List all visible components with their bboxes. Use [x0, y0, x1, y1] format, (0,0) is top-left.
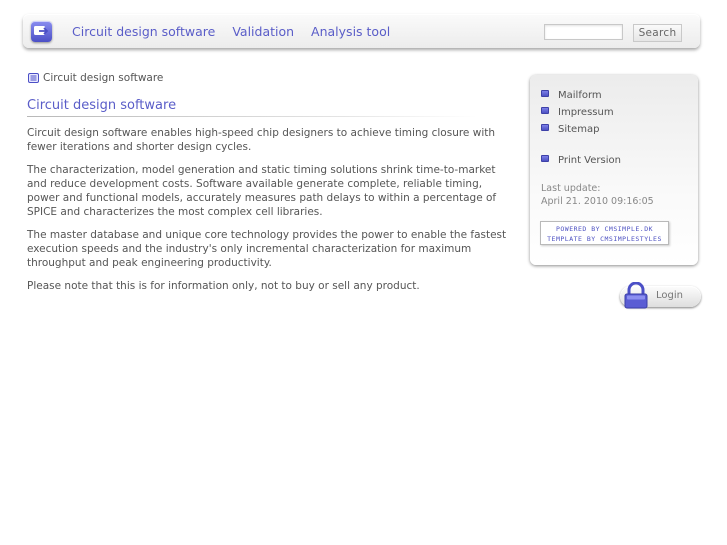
page-icon: [28, 73, 39, 86]
sidebar-item-label: Sitemap: [558, 124, 600, 135]
bullet-icon: [541, 107, 549, 114]
paragraph: The master database and unique core tech…: [27, 229, 507, 269]
top-navigation-bar: Circuit design software Validation Analy…: [23, 14, 700, 48]
paragraph: Circuit design software enables high-spe…: [27, 127, 496, 153]
sidebar-panel: Mailform Impressum Sitemap Print Version…: [530, 75, 698, 265]
nav-item-analysis-tool[interactable]: Analysis tool: [311, 24, 390, 39]
sidebar-item-impressum[interactable]: Impressum: [541, 106, 614, 123]
last-update: Last update: April 21. 2010 09:16:05: [541, 182, 654, 208]
bullet-icon: [541, 155, 549, 162]
main-menu: Circuit design software Validation Analy…: [72, 24, 403, 39]
lock-icon: [622, 281, 650, 313]
last-update-value: April 21. 2010 09:16:05: [541, 196, 654, 207]
sidebar-links: Mailform Impressum Sitemap: [541, 89, 614, 140]
breadcrumb-label[interactable]: Circuit design software: [43, 72, 163, 84]
sidebar-item-label: Mailform: [558, 90, 602, 101]
search-input[interactable]: [544, 24, 623, 40]
sidebar-item-label: Impressum: [558, 107, 614, 118]
nav-item-circuit-design-software[interactable]: Circuit design software: [72, 24, 215, 39]
page-title: Circuit design software: [27, 98, 177, 113]
bullet-icon: [541, 124, 549, 131]
title-divider: [27, 116, 477, 117]
badge-line-powered: POWERED BY CMSIMPLE.DK: [555, 225, 654, 233]
breadcrumb: Circuit design software: [28, 72, 163, 86]
login-label: Login: [656, 290, 683, 301]
print-version-label: Print Version: [558, 155, 621, 166]
sidebar-item-mailform[interactable]: Mailform: [541, 89, 614, 106]
login-button[interactable]: Login: [620, 281, 701, 309]
main-content: Circuit design software Circuit design s…: [27, 98, 517, 293]
badge-line-template: TEMPLATE BY CMSIMPLESTYLES: [547, 235, 662, 243]
search-button[interactable]: Search: [633, 24, 682, 42]
nav-item-validation[interactable]: Validation: [232, 24, 294, 39]
home-logo-icon[interactable]: [31, 21, 52, 42]
print-version-link[interactable]: Print Version: [541, 154, 621, 168]
sidebar-item-sitemap[interactable]: Sitemap: [541, 123, 614, 140]
powered-by-badge[interactable]: POWERED BY CMSIMPLE.DK TEMPLATE BY CMSIM…: [540, 221, 669, 245]
bullet-icon: [541, 90, 549, 97]
last-update-label: Last update:: [541, 183, 601, 194]
paragraph: The characterization, model generation a…: [27, 164, 497, 218]
paragraph: Please note that this is for information…: [27, 280, 420, 292]
